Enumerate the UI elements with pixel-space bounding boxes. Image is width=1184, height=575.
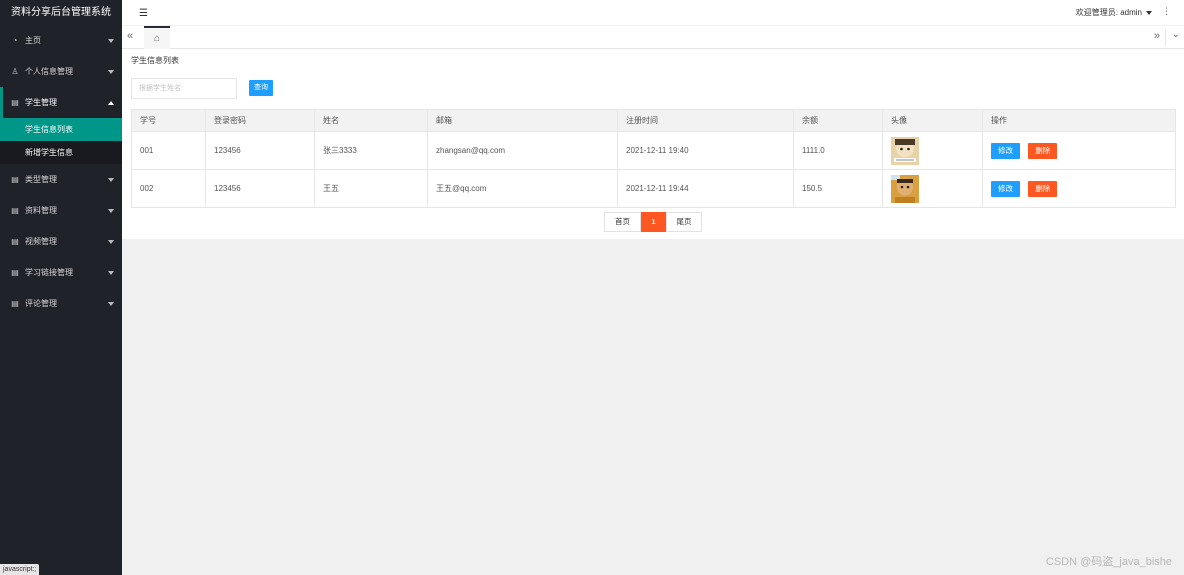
cell-password: 123456: [205, 169, 315, 208]
col-header-balance: 余额: [793, 109, 883, 132]
delete-button[interactable]: 删除: [1028, 142, 1058, 159]
sidebar-subitem-add-student[interactable]: 新增学生信息: [0, 141, 122, 164]
cell-id: 002: [131, 169, 206, 208]
chevron-up-icon: [108, 100, 114, 105]
sidebar-item-personal-info[interactable]: ♙ 个人信息管理: [0, 56, 122, 87]
chevron-down-icon: [108, 208, 114, 213]
welcome-text: 欢迎管理员: admin: [1075, 8, 1142, 17]
doc-icon: ▤: [11, 268, 19, 277]
watermark: CSDN @码盗_java_bishe: [1045, 556, 1172, 568]
status-bar-tip: javascript:;: [0, 564, 40, 575]
doc-icon: ▤: [11, 206, 19, 215]
delete-button[interactable]: 删除: [1028, 180, 1058, 197]
tabs-scroll-right-icon[interactable]: »: [1154, 30, 1160, 42]
student-table: 学号 登录密码 姓名 邮箱 注册时间 余额 头像 操作 001 123456 张…: [131, 109, 1176, 208]
col-header-name: 姓名: [314, 109, 428, 132]
sidebar-item-link-management[interactable]: ▤ 学习链接管理: [0, 257, 122, 288]
caret-down-icon: [1146, 10, 1152, 15]
cell-avatar: [882, 169, 983, 208]
chevron-down-icon: [108, 69, 114, 74]
edit-button[interactable]: 修改: [991, 180, 1020, 197]
pager-first-page[interactable]: 首页: [604, 212, 641, 232]
sidebar-item-label: 主页: [25, 36, 41, 45]
student-submenu: 学生信息列表 新增学生信息: [0, 118, 122, 164]
app-logo-title: 资料分享后台管理系统: [0, 0, 122, 25]
col-header-actions: 操作: [982, 109, 1176, 132]
cell-avatar: [882, 131, 983, 170]
chevron-down-icon: [108, 38, 114, 43]
col-header-password: 登录密码: [205, 109, 315, 132]
chevron-down-icon: [108, 270, 114, 275]
doc-icon: ▤: [11, 98, 19, 107]
sidebar-item-material-management[interactable]: ▤ 资料管理: [0, 195, 122, 226]
main-area: ☰ 欢迎管理员: admin ⋮ « ⌂ » ⌄ 学生信息列表 查询 学号 登录…: [122, 0, 1184, 575]
chevron-down-icon: [108, 239, 114, 244]
sidebar-item-label: 评论管理: [25, 299, 57, 308]
content-panel: 学生信息列表 查询 学号 登录密码 姓名 邮箱 注册时间 余额 头像 操作 00…: [122, 49, 1184, 239]
sidebar-item-type-management[interactable]: ▤ 类型管理: [0, 164, 122, 195]
user-icon: ♙: [11, 67, 19, 76]
chevron-down-icon: [108, 177, 114, 182]
tabs-scroll-left-icon[interactable]: «: [127, 30, 133, 42]
pagination: 首页 1 尾页: [604, 212, 702, 232]
cell-registered: 2021-12-11 19:40: [617, 131, 794, 170]
sidebar-item-video-management[interactable]: ▤ 视频管理: [0, 226, 122, 257]
search-button[interactable]: 查询: [249, 80, 273, 96]
pager-current-page[interactable]: 1: [641, 212, 666, 232]
col-header-registered: 注册时间: [617, 109, 794, 132]
sidebar-item-student-management[interactable]: ▤ 学生管理: [0, 87, 122, 118]
doc-icon: ▤: [11, 299, 19, 308]
col-header-avatar: 头像: [882, 109, 983, 132]
doc-icon: ▤: [11, 175, 19, 184]
table-row: 001 123456 张三3333 zhangsan@qq.com 2021-1…: [131, 131, 1176, 170]
home-tab[interactable]: ⌂: [144, 26, 170, 49]
tabs-dropdown-icon[interactable]: ⌄: [1164, 29, 1180, 46]
cell-actions: 修改 删除: [982, 131, 1176, 170]
sidebar-item-label: 个人信息管理: [25, 67, 73, 76]
sidebar-item-label: 学生管理: [25, 98, 57, 107]
pager-last-page[interactable]: 尾页: [666, 212, 702, 232]
sidebar-item-label: 类型管理: [25, 175, 57, 184]
cell-password: 123456: [205, 131, 315, 170]
dashboard-icon: ◔: [12, 36, 18, 45]
cell-email: zhangsan@qq.com: [427, 131, 618, 170]
table-row: 002 123456 王五 王五@qq.com 2021-12-11 19:44…: [131, 169, 1176, 208]
avatar: [891, 174, 919, 203]
sidebar-subitem-student-list[interactable]: 学生信息列表: [0, 118, 122, 141]
col-header-email: 邮箱: [427, 109, 618, 132]
sidebar: 资料分享后台管理系统 ◔ 主页 ♙ 个人信息管理 ▤ 学生管理 学生信息列表 新…: [0, 0, 122, 575]
sidebar-item-comment-management[interactable]: ▤ 评论管理: [0, 288, 122, 319]
menu-toggle-icon[interactable]: ☰: [139, 8, 148, 19]
chevron-down-icon: [108, 301, 114, 306]
sidebar-item-home[interactable]: ◔ 主页: [0, 25, 122, 56]
doc-icon: ▤: [11, 237, 19, 246]
cell-registered: 2021-12-11 19:44: [617, 169, 794, 208]
top-header: ☰ 欢迎管理员: admin ⋮: [122, 0, 1184, 26]
sidebar-item-label: 视频管理: [25, 237, 57, 246]
cell-name: 王五: [314, 169, 428, 208]
cell-balance: 150.5: [793, 169, 883, 208]
cell-name: 张三3333: [314, 131, 428, 170]
edit-button[interactable]: 修改: [991, 142, 1020, 159]
tabs-bar: « ⌂ » ⌄: [122, 26, 1184, 49]
cell-actions: 修改 删除: [982, 169, 1176, 208]
sidebar-item-label: 学习链接管理: [25, 268, 73, 277]
col-header-id: 学号: [131, 109, 206, 132]
cell-id: 001: [131, 131, 206, 170]
user-menu[interactable]: 欢迎管理员: admin: [1076, 7, 1152, 18]
page-title: 学生信息列表: [131, 56, 179, 65]
table-header-row: 学号 登录密码 姓名 邮箱 注册时间 余额 头像 操作: [131, 109, 1176, 132]
cell-balance: 1111.0: [793, 131, 883, 170]
student-name-search-input[interactable]: [131, 78, 237, 99]
sidebar-item-label: 资料管理: [25, 206, 57, 215]
more-vertical-icon[interactable]: ⋮: [1162, 6, 1171, 17]
avatar: [891, 136, 919, 165]
cell-email: 王五@qq.com: [427, 169, 618, 208]
